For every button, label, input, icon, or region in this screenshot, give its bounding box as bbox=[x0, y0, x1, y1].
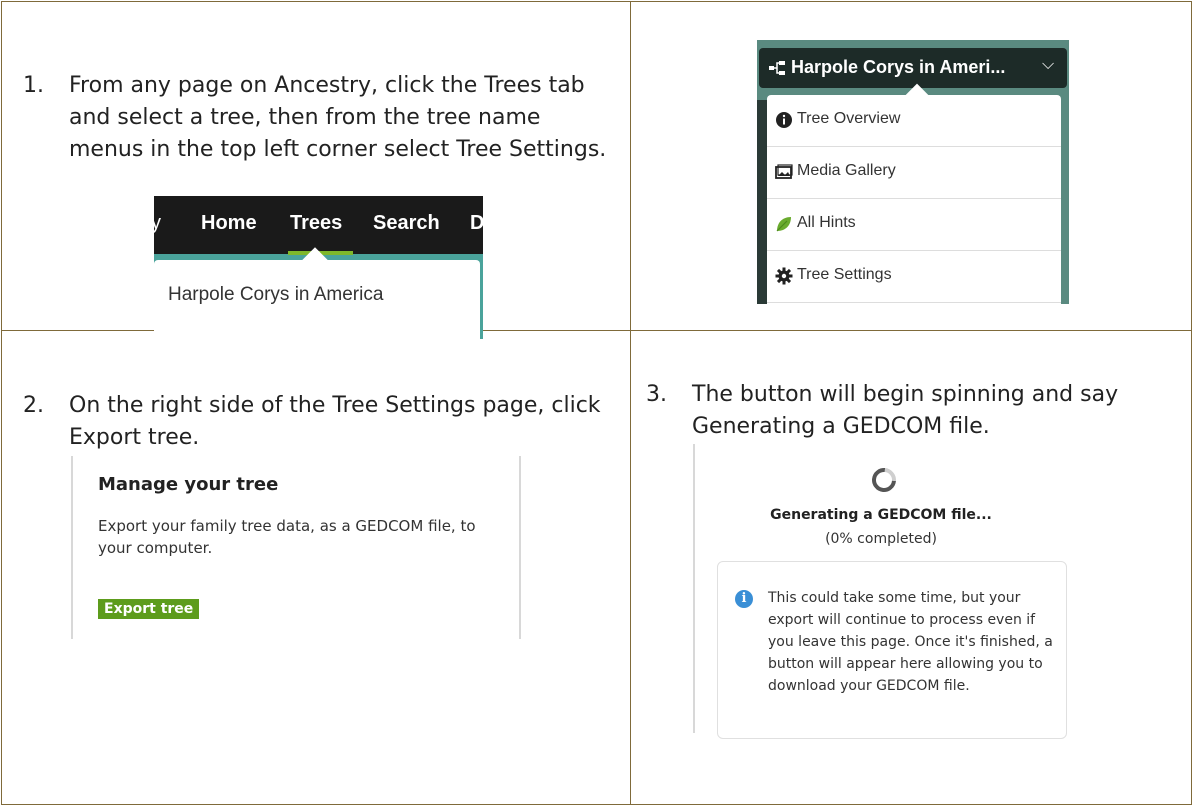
top-nav: y Home Trees Search D bbox=[154, 196, 483, 255]
step-number: 1. bbox=[23, 73, 44, 98]
manage-tree-screenshot: Manage your tree Export your family tree… bbox=[71, 456, 521, 639]
nav-item-partial[interactable]: y bbox=[154, 212, 161, 235]
step-text: The button will begin spinning and say G… bbox=[692, 382, 1119, 439]
menu-item-tree-overview[interactable]: Tree Overview bbox=[767, 95, 1061, 147]
dropdown-item-tree[interactable]: Harpole Corys in America bbox=[168, 284, 383, 306]
menu-item-label: All Hints bbox=[797, 214, 856, 231]
menu-item-tree-settings[interactable]: Tree Settings bbox=[767, 251, 1061, 303]
generating-screenshot: Generating a GEDCOM file... (0% complete… bbox=[693, 444, 1099, 739]
table-divider-vertical bbox=[630, 2, 631, 804]
info-icon: i bbox=[735, 590, 753, 608]
tree-name-button[interactable]: Harpole Corys in Ameri... ⌵ bbox=[759, 48, 1067, 88]
menu-item-label: Tree Settings bbox=[797, 266, 892, 283]
nav-item-partial-right[interactable]: D bbox=[470, 212, 483, 235]
background-strip bbox=[757, 100, 767, 304]
step-number: 3. bbox=[646, 382, 667, 407]
nav-item-home[interactable]: Home bbox=[201, 212, 257, 235]
loading-spinner-icon bbox=[867, 463, 901, 497]
menu-item-all-hints[interactable]: All Hints bbox=[767, 199, 1061, 251]
export-tree-button[interactable]: Export tree bbox=[98, 599, 200, 619]
nav-screenshot: y Home Trees Search D Harpole Corys in A… bbox=[154, 196, 483, 339]
trees-dropdown: Harpole Corys in America bbox=[154, 247, 480, 339]
step-text: From any page on Ancestry, click the Tre… bbox=[69, 73, 607, 162]
nav-item-search[interactable]: Search bbox=[373, 212, 440, 235]
manage-heading: Manage your tree bbox=[98, 474, 279, 495]
manage-description: Export your family tree data, as a GEDCO… bbox=[98, 517, 476, 557]
tree-name-title: Harpole Corys in Ameri... bbox=[791, 57, 1006, 77]
step-text: On the right side of the Tree Settings p… bbox=[69, 393, 601, 450]
generating-status: Generating a GEDCOM file... bbox=[770, 507, 992, 523]
menu-item-media-gallery[interactable]: Media Gallery bbox=[767, 147, 1061, 199]
nav-item-trees[interactable]: Trees bbox=[290, 212, 342, 235]
step-number: 2. bbox=[23, 393, 44, 418]
gallery-icon bbox=[775, 164, 793, 179]
progress-text: (0% completed) bbox=[825, 531, 937, 547]
chevron-down-icon: ⌵ bbox=[1042, 56, 1055, 73]
gear-icon bbox=[775, 267, 793, 285]
menu-item-label: Tree Overview bbox=[797, 110, 901, 127]
tree-menu: Tree Overview Media Gallery All Hints Tr… bbox=[767, 83, 1061, 304]
family-tree-icon bbox=[769, 61, 785, 75]
info-message: This could take some time, but your expo… bbox=[768, 590, 1053, 694]
tree-menu-screenshot: Harpole Corys in Ameri... ⌵ Tree Overvie… bbox=[757, 40, 1069, 304]
leaf-icon bbox=[776, 217, 791, 232]
menu-item-label: Media Gallery bbox=[797, 162, 896, 179]
info-box: i This could take some time, but your ex… bbox=[717, 561, 1067, 739]
info-icon bbox=[776, 112, 792, 128]
